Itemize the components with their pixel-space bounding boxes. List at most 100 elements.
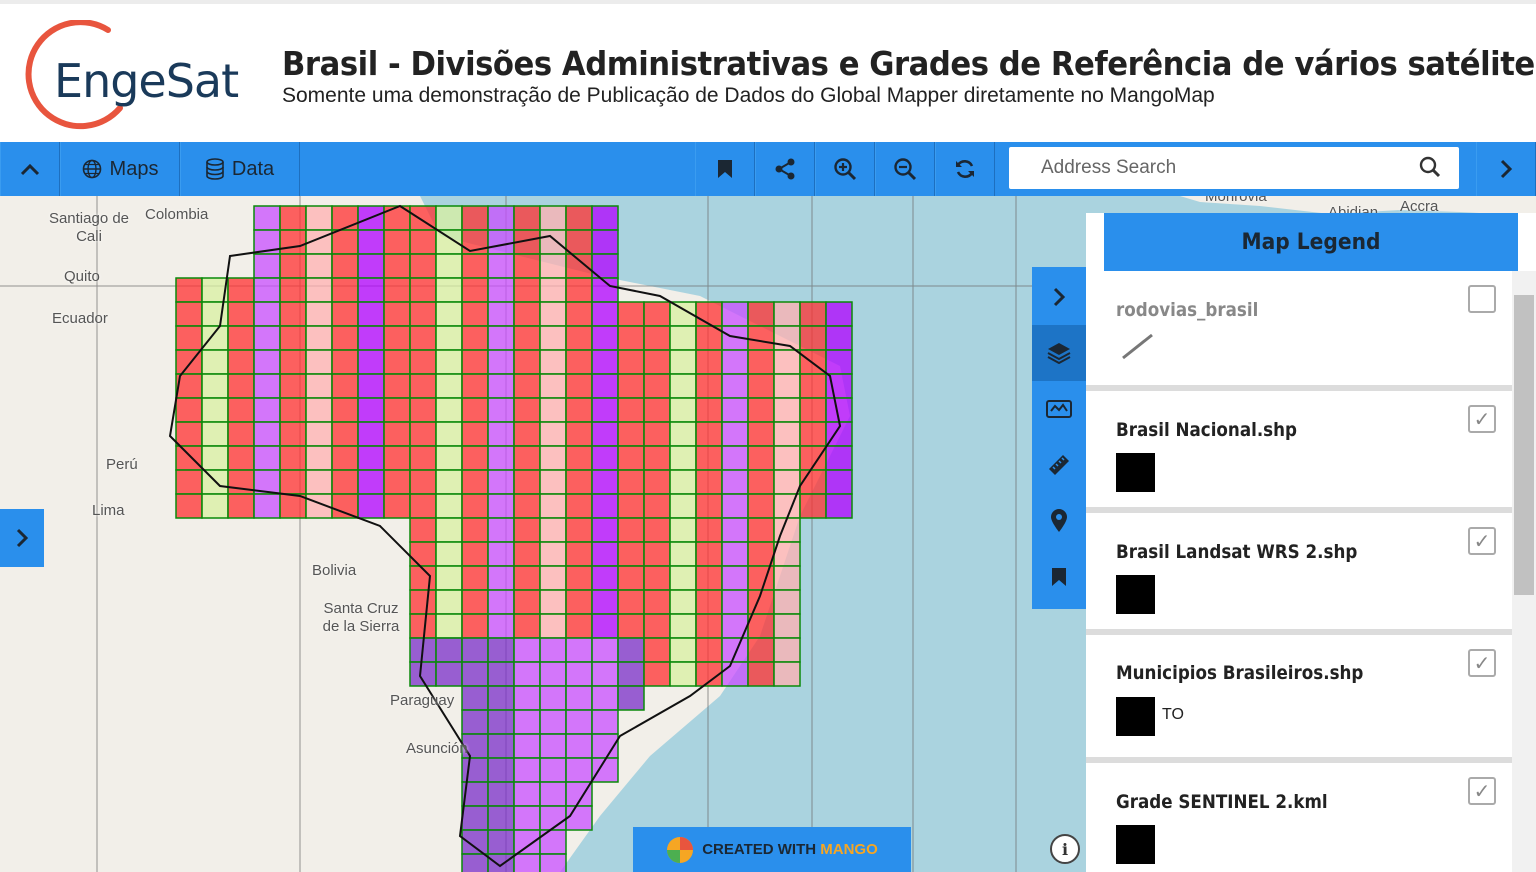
collapse-legend-button[interactable]: [1032, 269, 1086, 325]
grid-cell: [279, 277, 307, 303]
grid-cell: [825, 469, 853, 495]
legend-item-name: rodovias_brasil: [1116, 299, 1259, 321]
grid-cell: [435, 301, 463, 327]
search-icon[interactable]: [1419, 156, 1441, 178]
grid-cell: [461, 373, 489, 399]
grid-cell: [617, 445, 645, 471]
grid-cell: [331, 205, 359, 231]
grid-cell: [539, 445, 567, 471]
grid-cell: [253, 421, 281, 447]
grid-cell: [643, 661, 671, 687]
legend-checkbox[interactable]: ✓: [1468, 649, 1496, 677]
data-menu-button[interactable]: Data: [180, 142, 300, 196]
open-sidebar-button[interactable]: [0, 509, 44, 567]
legend-scrollbar[interactable]: [1512, 271, 1536, 872]
grid-cell: [565, 805, 593, 831]
grid-cell: [695, 397, 723, 423]
grid-cell: [773, 541, 801, 567]
grid-cell: [487, 445, 515, 471]
grid-cell: [669, 517, 697, 543]
grid-cell: [669, 373, 697, 399]
grid-cell: [331, 253, 359, 279]
share-button[interactable]: [755, 142, 815, 196]
grid-cell: [773, 613, 801, 639]
grid-cell: [513, 757, 541, 783]
grid-cell: [565, 589, 593, 615]
grid-cell: [487, 349, 515, 375]
collapse-header-button[interactable]: [0, 142, 60, 196]
measure-button[interactable]: [1032, 437, 1086, 493]
refresh-button[interactable]: [935, 142, 995, 196]
grid-cell: [617, 517, 645, 543]
grid-cell: [227, 277, 255, 303]
engesat-logo[interactable]: EngeSat: [12, 19, 262, 132]
legend-checkbox[interactable]: ✓: [1468, 527, 1496, 555]
grid-cell: [331, 493, 359, 519]
grid-cell: [617, 493, 645, 519]
grid-cell: [669, 493, 697, 519]
legend-checkbox[interactable]: [1468, 285, 1496, 313]
grid-cell: [409, 421, 437, 447]
grid-cell: [279, 421, 307, 447]
grid-cell: [175, 277, 203, 303]
grid-cell: [799, 301, 827, 327]
layers-button[interactable]: [1032, 325, 1086, 381]
grid-cell: [825, 325, 853, 351]
grid-cell: [799, 325, 827, 351]
grid-cell: [721, 541, 749, 567]
grid-cell: [513, 421, 541, 447]
grid-cell: [565, 613, 593, 639]
bookmark-button[interactable]: [695, 142, 755, 196]
grid-cell: [487, 493, 515, 519]
grid-cell: [539, 541, 567, 567]
grid-cell: [721, 445, 749, 471]
location-button[interactable]: [1032, 493, 1086, 549]
scrollbar-thumb[interactable]: [1514, 295, 1534, 595]
grid-cell: [175, 445, 203, 471]
grid-cell: [305, 373, 333, 399]
grid-cell: [617, 565, 645, 591]
grid-cell: [253, 349, 281, 375]
grid-cell: [513, 397, 541, 423]
grid-cell: [565, 229, 593, 255]
grid-cell: [747, 493, 775, 519]
grid-cell: [643, 541, 671, 567]
grid-cell: [721, 349, 749, 375]
grid-cell: [565, 637, 593, 663]
bookmarks-rail-button[interactable]: [1032, 549, 1086, 605]
maps-menu-button[interactable]: Maps: [60, 142, 180, 196]
legend-checkbox[interactable]: ✓: [1468, 777, 1496, 805]
credit-text: CREATED WITH MANGO: [702, 841, 878, 858]
address-search-input[interactable]: [1009, 147, 1409, 189]
grid-cell: [591, 397, 619, 423]
grid-cell: [409, 445, 437, 471]
grid-cell: [617, 541, 645, 567]
grid-cell: [461, 589, 489, 615]
grid-cell: [279, 205, 307, 231]
grid-cell: [591, 565, 619, 591]
grid-cell: [591, 325, 619, 351]
zoom-in-button[interactable]: [815, 142, 875, 196]
legend-checkbox[interactable]: ✓: [1468, 405, 1496, 433]
created-with-mango-badge[interactable]: CREATED WITH MANGO: [633, 827, 911, 872]
grid-cell: [435, 421, 463, 447]
basemap-button[interactable]: [1032, 381, 1086, 437]
grid-cell: [435, 493, 463, 519]
info-button[interactable]: i: [1050, 834, 1080, 864]
grid-cell: [539, 565, 567, 591]
legend-item-name: Municipios Brasileiros.shp: [1116, 662, 1364, 684]
grid-cell: [565, 469, 593, 495]
place-label: Perú: [106, 456, 138, 473]
grid-cell: [253, 253, 281, 279]
grid-cell: [513, 253, 541, 279]
grid-cell: [435, 205, 463, 231]
grid-cell: [279, 373, 307, 399]
legend-item: Grade SENTINEL 2.kml ✓: [1086, 763, 1512, 872]
grid-cell: [591, 637, 619, 663]
grid-cell: [591, 589, 619, 615]
grid-cell: [487, 541, 515, 567]
toolbar-expand-button[interactable]: [1476, 142, 1536, 196]
zoom-out-button[interactable]: [875, 142, 935, 196]
grid-cell: [201, 493, 229, 519]
grid-cell: [825, 445, 853, 471]
